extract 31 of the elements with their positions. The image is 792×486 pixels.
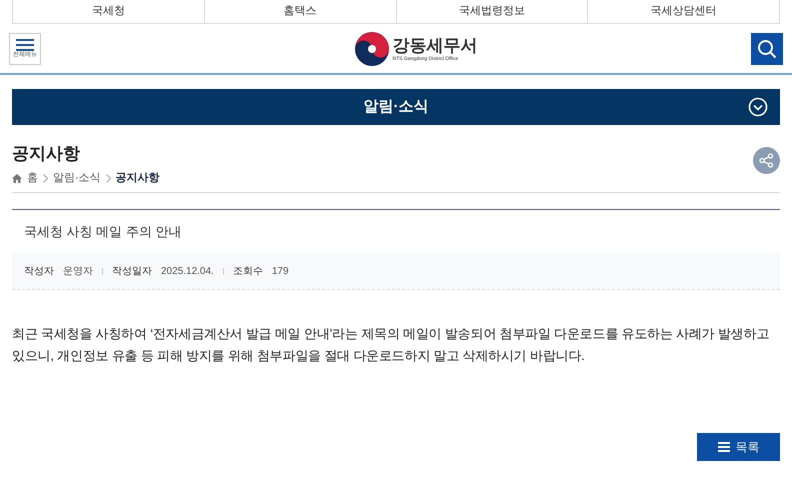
meta-label: 조회수 <box>232 264 263 278</box>
list-button[interactable]: 목록 <box>697 433 780 461</box>
menu-icon <box>16 39 34 51</box>
section-title: 알림·소식 <box>364 96 428 117</box>
breadcrumb-link[interactable]: 홈 <box>27 170 38 186</box>
meta-value: 179 <box>272 264 289 278</box>
meta-value: 2025.12.04. <box>161 264 214 278</box>
top-link[interactable]: 국세법령정보 <box>396 0 588 23</box>
post-title: 국세청 사칭 메일 주의 안내 <box>23 222 182 240</box>
search-icon <box>757 38 777 58</box>
chevron-down-icon <box>748 97 768 117</box>
top-link[interactable]: 국세청 <box>13 0 204 23</box>
breadcrumb-link[interactable]: 공지사항 <box>116 170 160 186</box>
home-icon <box>12 174 22 183</box>
search-button[interactable] <box>751 32 783 64</box>
share-button[interactable] <box>753 147 780 174</box>
logo-icon <box>354 32 388 66</box>
meta-label: 작성일자 <box>112 264 152 278</box>
top-link[interactable]: 홈택스 <box>204 0 396 23</box>
meta-label: 작성자 <box>24 264 54 278</box>
expand-button[interactable] <box>748 97 768 117</box>
top-link[interactable]: 국세상담센터 <box>587 0 779 23</box>
breadcrumb-link[interactable]: 알림·소식 <box>53 170 101 186</box>
list-icon <box>718 442 730 452</box>
chevron-right-icon <box>106 174 111 183</box>
chevron-right-icon <box>43 174 48 183</box>
page-title: 공지사항 <box>12 144 80 164</box>
logo-name: 강동세무서 <box>392 35 478 56</box>
share-icon <box>759 153 774 168</box>
post-body: 최근 국세청을 사칭하여 ‘전자세금계산서 발급 메일 안내’라는 제목의 메일이 발송되어 첨부파일 다운로드를 유도하는 사례가 발생하고 있으니, 개인정보 유출 등 피해 방지를 위해 첨부파일을 절대 다운로드하지 말고 삭제하시기 바랍니다. <box>12 325 770 365</box>
meta-value: 운영자 <box>63 264 93 278</box>
